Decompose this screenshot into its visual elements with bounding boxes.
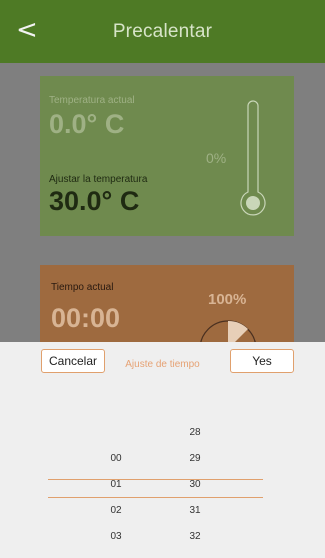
picker-option[interactable]: 02 — [96, 498, 136, 524]
set-temperature-label: Ajustar la temperatura — [49, 174, 148, 185]
set-temperature-value[interactable]: 30.0° C — [49, 186, 139, 217]
time-picker-sheet: Cancelar Ajuste de tiempo Yes 00 01 02 0… — [0, 342, 325, 558]
picker-column-right[interactable]: 28 29 30 31 32 — [175, 420, 215, 550]
selection-line-bottom — [48, 497, 263, 498]
picker-option[interactable]: 30 — [175, 472, 215, 498]
confirm-button[interactable]: Yes — [230, 349, 294, 373]
selection-line-top — [48, 479, 263, 480]
picker-option[interactable]: 28 — [175, 420, 215, 446]
app-header: < Precalentar — [0, 0, 325, 63]
picker-option[interactable]: 00 — [96, 446, 136, 472]
picker-column-left[interactable]: 00 01 02 03 — [96, 420, 136, 550]
time-gauge-icon — [199, 320, 257, 345]
picker-option[interactable] — [96, 420, 136, 446]
picker-option[interactable]: 31 — [175, 498, 215, 524]
current-time-label: Tiempo actual — [51, 282, 114, 293]
current-time-value: 00:00 — [51, 303, 121, 333]
page-title: Precalentar — [112, 20, 213, 42]
back-icon[interactable]: < — [16, 16, 38, 44]
picker-option[interactable]: 01 — [96, 472, 136, 498]
time-percent: 100% — [208, 291, 247, 308]
thermometer-icon — [240, 100, 266, 216]
temperature-percent: 0% — [206, 150, 227, 166]
picker-option[interactable]: 03 — [96, 524, 136, 550]
picker-option[interactable]: 29 — [175, 446, 215, 472]
time-card: Tiempo actual 00:00 100% — [40, 265, 294, 345]
current-temperature-label: Temperatura actual — [49, 95, 135, 106]
picker-option[interactable]: 32 — [175, 524, 215, 550]
temperature-card: Temperatura actual 0.0° C Ajustar la tem… — [40, 76, 294, 236]
current-temperature-value: 0.0° C — [49, 109, 125, 139]
